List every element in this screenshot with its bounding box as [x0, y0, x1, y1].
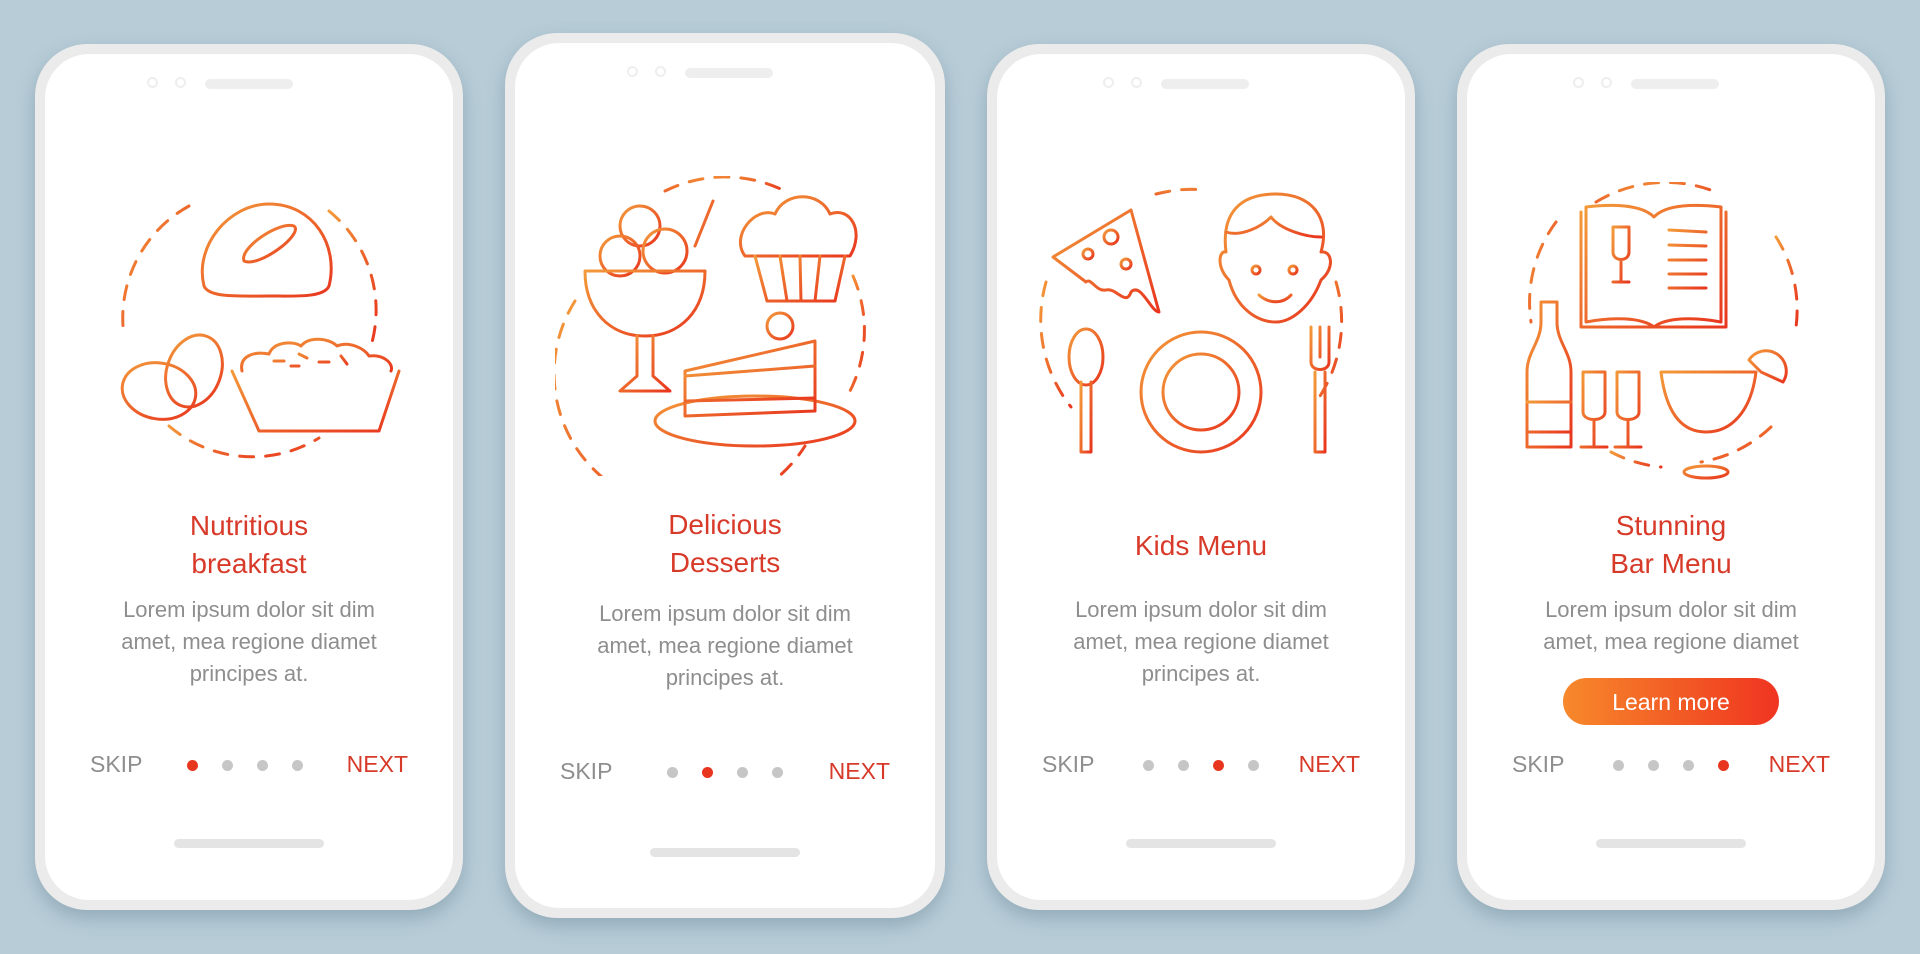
camera-icon: [1103, 77, 1114, 88]
page-dot-4[interactable]: [292, 760, 303, 771]
skip-button[interactable]: SKIP: [90, 751, 142, 778]
onboarding-nav: SKIP NEXT: [515, 758, 935, 788]
home-indicator[interactable]: [1126, 839, 1276, 848]
screen-description: Lorem ipsum dolor sit dim amet, mea regi…: [597, 601, 853, 690]
phone-screen: Kids Menu Lorem ipsum dolor sit dim amet…: [997, 54, 1405, 900]
page-dot-4[interactable]: [772, 767, 783, 778]
onboarding-screen-1: Nutritious breakfast Lorem ipsum dolor s…: [35, 44, 463, 910]
page-dot-3[interactable]: [1683, 760, 1694, 771]
phone-notch: [997, 76, 1405, 92]
page-dot-2[interactable]: [222, 760, 233, 771]
speaker-bar: [1631, 79, 1719, 89]
phone-screen: Nutritious breakfast Lorem ipsum dolor s…: [45, 54, 453, 900]
sensor-icon: [655, 66, 666, 77]
sensor-icon: [1131, 77, 1142, 88]
screen-title: Delicious Desserts: [668, 509, 782, 578]
page-dot-3-active[interactable]: [1213, 760, 1224, 771]
phone-notch: [515, 65, 935, 81]
page-dot-4-active[interactable]: [1718, 760, 1729, 771]
page-dot-3[interactable]: [257, 760, 268, 771]
sensor-icon: [175, 77, 186, 88]
phone-notch: [1467, 76, 1875, 92]
next-button[interactable]: NEXT: [1299, 751, 1360, 778]
phone-notch: [45, 76, 453, 92]
screen-description: Lorem ipsum dolor sit dim amet, mea regi…: [121, 597, 377, 686]
onboarding-screen-4: Stunning Bar Menu Lorem ipsum dolor sit …: [1457, 44, 1885, 910]
page-dot-3[interactable]: [737, 767, 748, 778]
page-indicator: [1143, 760, 1259, 771]
next-button[interactable]: NEXT: [829, 758, 890, 785]
page-dot-1[interactable]: [1143, 760, 1154, 771]
page-indicator: [667, 767, 783, 778]
speaker-bar: [1161, 79, 1249, 89]
bar-menu-icon: [1525, 182, 1799, 480]
page-dot-1[interactable]: [667, 767, 678, 778]
skip-button[interactable]: SKIP: [1042, 751, 1094, 778]
onboarding-nav: SKIP NEXT: [45, 751, 453, 781]
skip-button[interactable]: SKIP: [1512, 751, 1564, 778]
screen-description: Lorem ipsum dolor sit dim amet, mea regi…: [1073, 597, 1329, 686]
page-dot-2[interactable]: [1178, 760, 1189, 771]
camera-icon: [147, 77, 158, 88]
camera-icon: [1573, 77, 1584, 88]
breakfast-icon: [120, 202, 401, 459]
speaker-bar: [205, 79, 293, 89]
screen-title: Kids Menu: [1134, 530, 1268, 561]
page-dot-2-active[interactable]: [702, 767, 713, 778]
page-indicator: [1613, 760, 1729, 771]
next-button[interactable]: NEXT: [347, 751, 408, 778]
skip-button[interactable]: SKIP: [560, 758, 612, 785]
onboarding-nav: SKIP NEXT: [1467, 751, 1875, 781]
screen-title: Nutritious breakfast: [189, 510, 309, 579]
learn-more-button[interactable]: Learn more: [1563, 678, 1779, 725]
page-dot-1[interactable]: [1613, 760, 1624, 771]
next-button[interactable]: NEXT: [1769, 751, 1830, 778]
home-indicator[interactable]: [174, 839, 324, 848]
onboarding-screen-3: Kids Menu Lorem ipsum dolor sit dim amet…: [987, 44, 1415, 910]
page-indicator: [187, 760, 303, 771]
phone-screen: Stunning Bar Menu Lorem ipsum dolor sit …: [1467, 54, 1875, 900]
page-dot-1-active[interactable]: [187, 760, 198, 771]
home-indicator[interactable]: [1596, 839, 1746, 848]
speaker-bar: [685, 68, 773, 78]
screen-description: Lorem ipsum dolor sit dim amet, mea regi…: [1543, 597, 1799, 654]
sensor-icon: [1601, 77, 1612, 88]
page-dot-2[interactable]: [1648, 760, 1659, 771]
onboarding-nav: SKIP NEXT: [997, 751, 1405, 781]
phone-screen: Delicious Desserts Lorem ipsum dolor sit…: [515, 43, 935, 908]
page-dot-4[interactable]: [1248, 760, 1259, 771]
home-indicator[interactable]: [650, 848, 800, 857]
camera-icon: [627, 66, 638, 77]
screen-title: Stunning Bar Menu: [1610, 510, 1732, 579]
onboarding-screen-2: Delicious Desserts Lorem ipsum dolor sit…: [505, 33, 945, 918]
kids-menu-icon: [1039, 187, 1344, 454]
desserts-icon: [555, 176, 866, 476]
